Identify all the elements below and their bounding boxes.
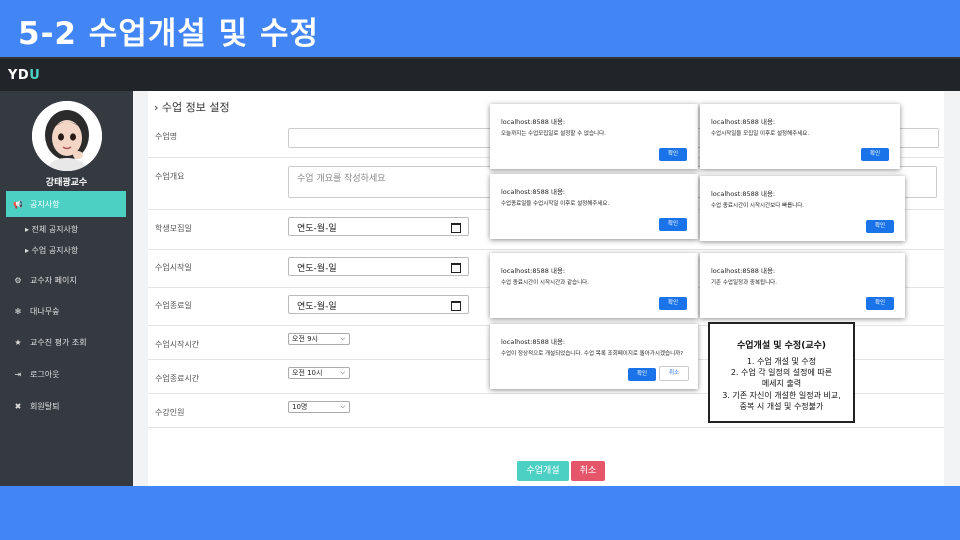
sidebar-item-professor-page[interactable]: ⚙ 교수자 페이지 [6,267,126,293]
date-placeholder: 연도-월-일 [297,302,337,312]
sidebar-item-label: 교수자 페이지 [30,275,77,285]
dialog-message: 기존 수업일정과 중복됩니다. [711,280,777,286]
note-line: 메세지 출력 [761,379,802,388]
app-logo[interactable]: YDU [8,68,40,83]
sidebar-item-label: 회원탈퇴 [30,401,60,411]
dialog-header: localhost:8588 내용: [501,338,566,346]
alert-dialog: localhost:8588 내용: 수업종료일을 수업시작일 이후로 설정해주… [490,174,698,239]
star-icon: ★ [14,337,22,347]
sidebar-item-notice[interactable]: 📢 공지사항 [6,191,126,217]
label-capacity: 수강인원 [155,408,185,417]
alert-dialog: localhost:8588 내용: 기존 수업일정과 중복됩니다. 확인 [700,253,905,318]
sidebar-item-label: 교수진 평가 조회 [30,337,87,347]
label-overview: 수업개요 [155,172,185,181]
select-value: 오전 10시 [292,369,323,377]
sidebar-item-label: 대나무숲 [30,306,60,316]
calendar-icon[interactable] [451,301,461,311]
alert-dialog: localhost:8588 내용: 수업 종료시간이 시작시간보다 빠릅니다.… [700,176,905,241]
x-icon: ✖ [14,401,22,411]
select-value: 오전 9시 [292,335,318,343]
confirm-dialog: localhost:8588 내용: 수업이 정상적으로 개설되었습니다. 수업… [490,324,698,389]
label-end-date: 수업종료일 [155,301,192,310]
megaphone-icon: 📢 [13,199,23,209]
select-value: 10명 [292,403,308,411]
bamboo-icon: ✻ [14,306,22,316]
dialog-message: 오늘까지는 수업모집일로 설정할 수 없습니다. [501,131,606,137]
dialog-header: localhost:8588 내용: [711,190,776,198]
professor-name: 강태광교수 [45,178,88,188]
label-start-time: 수업시작시간 [155,340,200,349]
sidebar-subitem-all-notice[interactable]: ▸ 전체 공지사항 [25,224,78,235]
dialog-message: 수업이 정상적으로 개설되었습니다. 수업 목록 조회페이지로 돌아가시겠습니까… [501,351,684,357]
chevron-down-icon: ⌵ [340,369,345,376]
sidebar-item-label: 공지사항 [30,199,60,209]
sidebar-item-label: 로그아웃 [30,369,60,379]
cancel-button[interactable]: 취소 [571,461,605,481]
label-start-date: 수업시작일 [155,263,192,272]
note-title: 수업개설 및 수정(교수) [736,341,826,351]
dialog-header: localhost:8588 내용: [501,267,566,275]
dialog-ok-button[interactable]: 확인 [659,218,687,231]
recruit-date-input[interactable]: 연도-월-일 [288,217,469,236]
start-time-select[interactable]: 오전 9시 ⌵ [288,333,350,345]
open-class-button[interactable]: 수업개설 [517,461,569,481]
alert-dialog: localhost:8588 내용: 수업시작일을 모집일 이후로 설정해주세요… [700,104,900,169]
top-navbar: YDU [0,57,960,93]
label-class-name: 수업명 [155,132,178,141]
note-box: 수업개설 및 수정(교수) 1. 수업 개설 및 수정 2. 수업 각 일정의 … [708,322,855,423]
avatar [32,101,102,171]
sidebar-item-logout[interactable]: ⇥ 로그아웃 [6,361,126,387]
label-end-time: 수업종료시간 [155,374,200,383]
start-date-input[interactable]: 연도-월-일 [288,257,469,276]
dialog-message: 수업시작일을 모집일 이후로 설정해주세요. [711,131,810,137]
note-line: 2. 수업 각 일정의 설정에 따른 [730,368,833,377]
sidebar-item-withdraw[interactable]: ✖ 회원탈퇴 [6,393,126,419]
dialog-ok-button[interactable]: 확인 [866,297,894,310]
logo-text: YD [8,68,30,83]
dialog-header: localhost:8588 내용: [711,118,776,126]
chevron-down-icon: ⌵ [340,403,345,410]
dialog-ok-button[interactable]: 확인 [628,368,656,381]
slide-title: 5-2 수업개설 및 수정 [18,16,320,52]
note-line: 1. 수업 개설 및 수정 [746,357,817,366]
dialog-message: 수업 종료시간이 시작시간보다 빠릅니다. [711,203,805,209]
dialog-header: localhost:8588 내용: [501,118,566,126]
alert-dialog: localhost:8588 내용: 오늘까지는 수업모집일로 설정할 수 없습… [490,104,698,169]
alert-dialog: localhost:8588 내용: 수업 종료시간이 시작시간과 같습니다. … [490,253,698,318]
dialog-ok-button[interactable]: 확인 [866,220,894,233]
chevron-down-icon: ⌵ [340,335,345,342]
dialog-ok-button[interactable]: 확인 [861,148,889,161]
gears-icon: ⚙ [14,275,22,285]
date-placeholder: 연도-월-일 [297,264,337,274]
logo-accent: U [29,68,41,83]
sidebar-item-evaluation[interactable]: ★ 교수진 평가 조회 [6,329,126,355]
bottom-band [0,486,960,540]
dialog-header: localhost:8588 내용: [501,188,566,196]
dialog-cancel-button[interactable]: 취소 [659,366,689,381]
calendar-icon[interactable] [451,223,461,233]
calendar-icon[interactable] [451,263,461,273]
end-date-input[interactable]: 연도-월-일 [288,295,469,314]
dialog-message: 수업종료일을 수업시작일 이후로 설정해주세요. [501,201,610,207]
logout-icon: ⇥ [14,369,22,379]
date-placeholder: 연도-월-일 [297,224,337,234]
dialog-header: localhost:8588 내용: [711,267,776,275]
note-line: 중복 시 개설 및 수정불가 [739,402,824,411]
dialog-ok-button[interactable]: 확인 [659,297,687,310]
sidebar-item-bamboo[interactable]: ✻ 대나무숲 [6,298,126,324]
sidebar: 강태광교수 📢 공지사항 ▸ 전체 공지사항 ▸ 수업 공지사항 ⚙ 교수자 페… [0,91,133,486]
end-time-select[interactable]: 오전 10시 ⌵ [288,367,350,379]
section-title: › 수업 정보 설정 [154,101,230,114]
sidebar-subitem-class-notice[interactable]: ▸ 수업 공지사항 [25,245,78,256]
dialog-ok-button[interactable]: 확인 [659,148,687,161]
label-recruit-date: 학생모집일 [155,224,192,233]
note-line: 3. 기존 자신이 개설한 일정과 비교, [722,391,841,400]
dialog-message: 수업 종료시간이 시작시간과 같습니다. [501,280,589,286]
capacity-select[interactable]: 10명 ⌵ [288,401,350,413]
